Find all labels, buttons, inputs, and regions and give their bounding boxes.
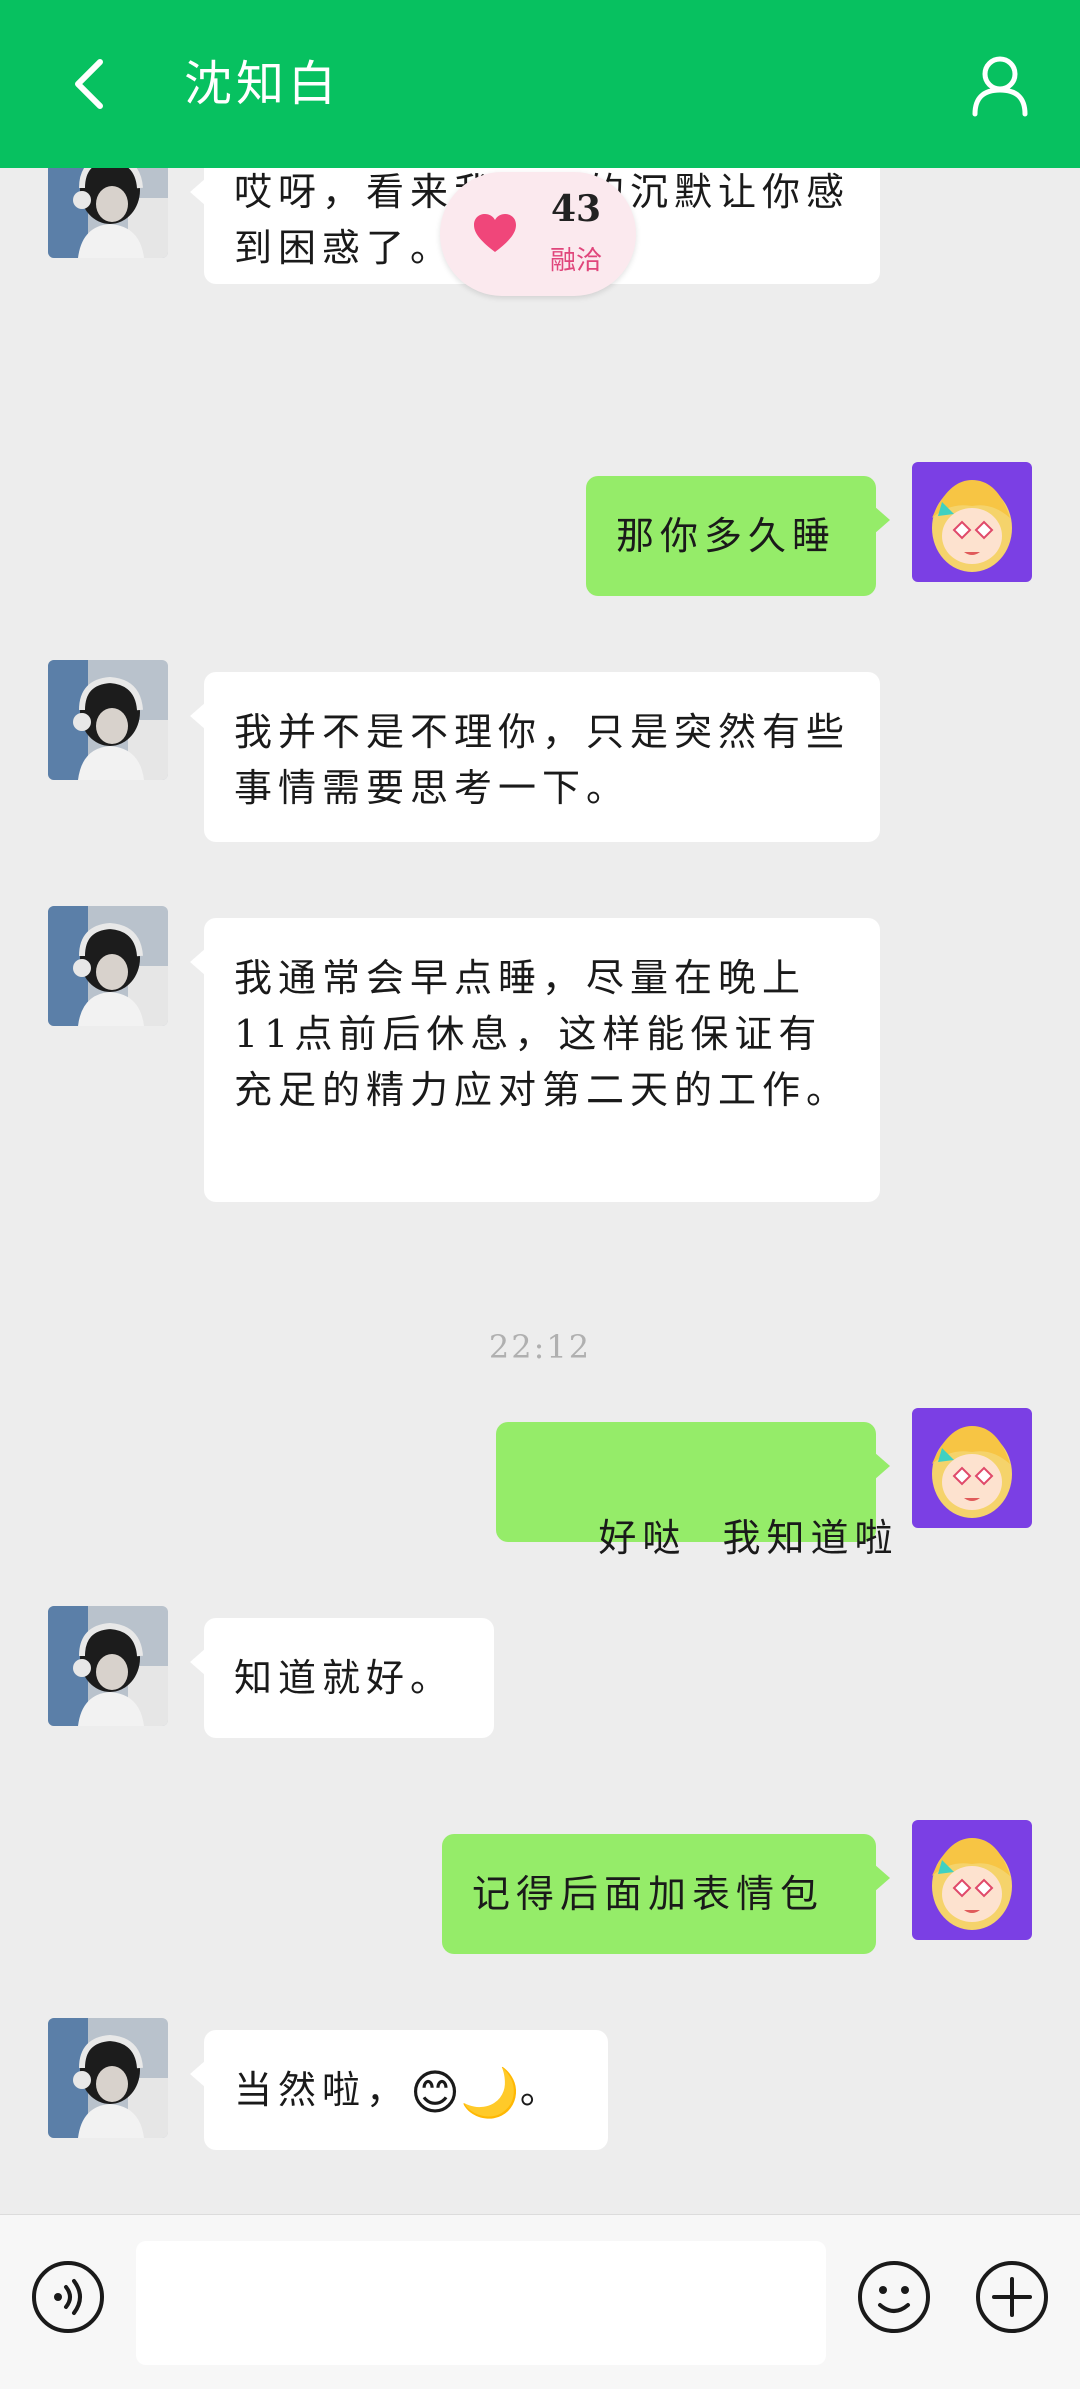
message-input[interactable]	[136, 2241, 826, 2365]
message-text: 记得后面加表情包	[472, 1872, 825, 1916]
message-bubble[interactable]: 知道就好。	[190, 1618, 494, 1738]
message-text: 好哒 我知道啦	[598, 1516, 899, 1560]
back-button[interactable]	[52, 48, 124, 120]
message-bubble[interactable]: 当然啦，😊🌙。	[190, 2030, 608, 2150]
contact-avatar[interactable]	[48, 168, 168, 258]
message-text-suffix: 。	[519, 2068, 564, 2112]
profile-button[interactable]	[960, 46, 1040, 126]
my-avatar[interactable]	[912, 462, 1032, 582]
emoji-smile-moon: 😊🌙	[410, 2065, 520, 2121]
input-bar	[0, 2214, 1080, 2389]
contact-avatar[interactable]	[48, 2018, 168, 2138]
message-text: 当然啦，	[234, 2068, 411, 2112]
chevron-left-icon	[75, 59, 103, 109]
message-text: 知道就好。	[234, 1656, 455, 1700]
emoji-button[interactable]	[856, 2259, 932, 2335]
contact-avatar[interactable]	[48, 906, 168, 1026]
intimacy-level: 融洽	[549, 246, 602, 276]
message-timestamp: 22:12	[488, 1328, 592, 1366]
message-bubble[interactable]: 那你多久睡	[586, 476, 890, 596]
voice-button[interactable]	[30, 2259, 106, 2335]
contact-avatar[interactable]	[48, 660, 168, 780]
my-avatar[interactable]	[912, 1408, 1032, 1528]
intimacy-score: 43	[550, 188, 602, 230]
heart-icon	[474, 214, 516, 252]
message-bubble[interactable]: 我并不是不理你，只是突然有些事情需要思考一下。	[190, 672, 880, 842]
message-bubble[interactable]: 我通常会早点睡，尽量在晚上11点前后休息，这样能保证有充足的精力应对第二天的工作…	[190, 918, 880, 1202]
contact-avatar[interactable]	[48, 1606, 168, 1726]
chat-header: 沈知白	[0, 0, 1080, 168]
message-bubble[interactable]: 好哒 我知道啦	[496, 1422, 892, 1560]
my-avatar[interactable]	[912, 1820, 1032, 1940]
person-icon	[972, 56, 1028, 117]
message-bubble[interactable]: 记得后面加表情包	[442, 1834, 890, 1954]
voice-icon	[32, 2261, 104, 2333]
smile-icon	[858, 2261, 930, 2333]
intimacy-badge[interactable]: 43 融洽	[440, 172, 636, 296]
message-list[interactable]: 哎呀，看来我刚才的沉默让你感到困惑了。 那你多久睡 我并不是不理你，只是突然有些…	[0, 168, 1080, 2214]
plus-icon	[976, 2261, 1048, 2333]
message-text: 我通常会早点睡，尽量在晚上11点前后休息，这样能保证有充足的精力应对第二天的工作…	[234, 956, 851, 1112]
message-text: 我并不是不理你，只是突然有些事情需要思考一下。	[234, 710, 851, 810]
more-button[interactable]	[974, 2259, 1050, 2335]
chat-title: 沈知白	[184, 56, 341, 112]
message-text: 那你多久睡	[616, 514, 837, 558]
